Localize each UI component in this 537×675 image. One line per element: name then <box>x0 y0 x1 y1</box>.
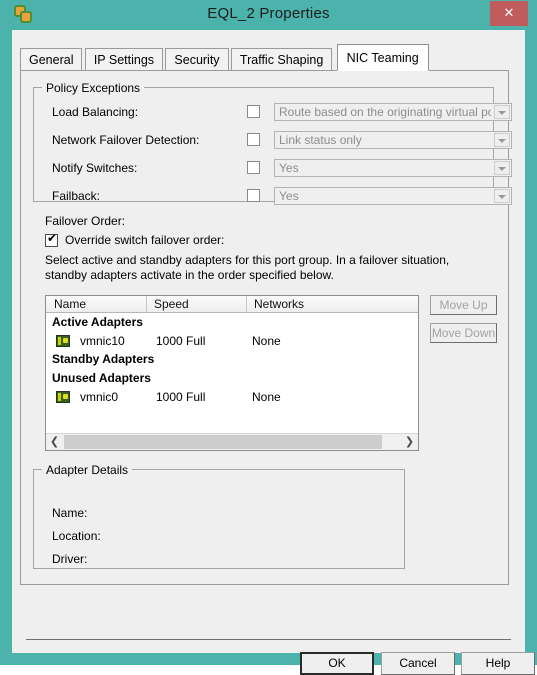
failover-order-label: Failover Order: <box>45 214 126 228</box>
policy-row-notify-switches: Notify Switches: Yes <box>34 158 512 180</box>
group-heading-standby-adapters: Standby Adapters <box>52 352 155 366</box>
window-title: EQL_2 Properties <box>207 5 330 22</box>
adapter-details-title: Adapter Details <box>42 463 133 477</box>
adapter-name: vmnic0 <box>80 390 119 404</box>
failback-label: Failback: <box>52 189 101 203</box>
adapter-networks: None <box>252 334 281 348</box>
chevron-down-icon <box>494 105 510 119</box>
network-failover-detection-checkbox[interactable] <box>247 133 260 146</box>
tab-nic-teaming[interactable]: NIC Teaming <box>336 44 429 71</box>
chevron-down-icon <box>494 133 510 147</box>
column-header-networks[interactable]: Networks <box>250 297 304 313</box>
chevron-down-icon <box>494 189 510 203</box>
network-failover-detection-value: Link status only <box>279 133 362 147</box>
adapter-details-group: Adapter Details Name: Location: Driver: <box>33 463 405 569</box>
chevron-down-icon <box>494 161 510 175</box>
tab-strip: General IP Settings Security Traffic Sha… <box>20 44 429 71</box>
network-failover-detection-label: Network Failover Detection: <box>52 133 200 147</box>
scroll-left-icon[interactable]: ❮ <box>46 434 63 450</box>
help-button[interactable]: Help <box>461 652 535 675</box>
tab-security[interactable]: Security <box>165 48 229 71</box>
network-adapter-icon <box>56 335 70 347</box>
load-balancing-select[interactable]: Route based on the originating virtual p… <box>274 103 512 121</box>
column-divider[interactable] <box>146 296 147 312</box>
close-icon: ✕ <box>503 6 515 21</box>
column-header-speed[interactable]: Speed <box>150 297 189 313</box>
move-up-button[interactable]: Move Up <box>430 295 497 315</box>
move-down-button[interactable]: Move Down <box>430 323 497 343</box>
failover-order-description: Select active and standby adapters for t… <box>45 253 450 282</box>
column-divider[interactable] <box>246 296 247 312</box>
load-balancing-value: Route based on the originating virtual p… <box>279 105 491 119</box>
adapter-list-body: Active Adapters vmnic10 1000 Full None S… <box>46 314 418 434</box>
network-adapter-icon <box>56 391 70 403</box>
horizontal-scrollbar[interactable]: ❮ ❯ <box>46 433 418 450</box>
dialog-client-area: General IP Settings Security Traffic Sha… <box>12 30 535 675</box>
override-failover-order-checkbox[interactable]: ✔ <box>45 231 58 247</box>
tab-general[interactable]: General <box>20 48 83 71</box>
adapter-detail-driver-label: Driver: <box>52 552 88 566</box>
adapter-detail-location-label: Location: <box>52 529 101 543</box>
notify-switches-select[interactable]: Yes <box>274 159 512 177</box>
adapter-list[interactable]: Name Speed Networks Active Adapters vmni… <box>45 295 419 451</box>
policy-row-failback: Failback: Yes <box>34 186 512 208</box>
adapter-networks: None <box>252 390 281 404</box>
table-row[interactable]: vmnic0 1000 Full None <box>46 389 418 407</box>
tab-ip-settings[interactable]: IP Settings <box>84 48 164 71</box>
notify-switches-value: Yes <box>279 161 299 175</box>
title-bar: EQL_2 Properties ✕ <box>0 0 537 30</box>
column-header-name[interactable]: Name <box>50 297 86 313</box>
load-balancing-label: Load Balancing: <box>52 105 139 119</box>
failback-value: Yes <box>279 189 299 203</box>
scroll-right-icon[interactable]: ❯ <box>401 434 418 450</box>
checkmark-icon: ✔ <box>47 231 58 245</box>
override-failover-order-label: Override switch failover order: <box>65 233 225 247</box>
ok-button[interactable]: OK <box>300 652 374 675</box>
policy-exceptions-group: Policy Exceptions Load Balancing: Route … <box>33 81 512 205</box>
group-heading-active-adapters: Active Adapters <box>52 315 143 329</box>
notify-switches-checkbox[interactable] <box>247 161 260 174</box>
adapter-speed: 1000 Full <box>156 334 206 348</box>
adapter-name: vmnic10 <box>80 334 125 348</box>
policy-row-load-balancing: Load Balancing: Route based on the origi… <box>34 102 512 124</box>
group-heading-unused-adapters: Unused Adapters <box>52 371 151 385</box>
cancel-button[interactable]: Cancel <box>381 652 455 675</box>
load-balancing-checkbox[interactable] <box>247 105 260 118</box>
adapter-detail-name-label: Name: <box>52 506 88 520</box>
nic-teaming-panel: Policy Exceptions Load Balancing: Route … <box>20 70 512 585</box>
policy-row-network-failover-detection: Network Failover Detection: Link status … <box>34 130 512 152</box>
tab-traffic-shaping[interactable]: Traffic Shaping <box>230 48 333 71</box>
button-bar-separator <box>26 639 511 640</box>
notify-switches-label: Notify Switches: <box>52 161 138 175</box>
network-failover-detection-select[interactable]: Link status only <box>274 131 512 149</box>
failback-checkbox[interactable] <box>247 189 260 202</box>
properties-dialog-window: EQL_2 Properties ✕ General IP Settings S… <box>0 0 537 675</box>
failback-select[interactable]: Yes <box>274 187 512 205</box>
policy-exceptions-title: Policy Exceptions <box>42 81 145 95</box>
table-row[interactable]: vmnic10 1000 Full None <box>46 333 418 351</box>
adapter-speed: 1000 Full <box>156 390 206 404</box>
adapter-list-header: Name Speed Networks <box>46 296 418 313</box>
scrollbar-thumb[interactable] <box>64 435 382 449</box>
close-button[interactable]: ✕ <box>490 1 528 26</box>
